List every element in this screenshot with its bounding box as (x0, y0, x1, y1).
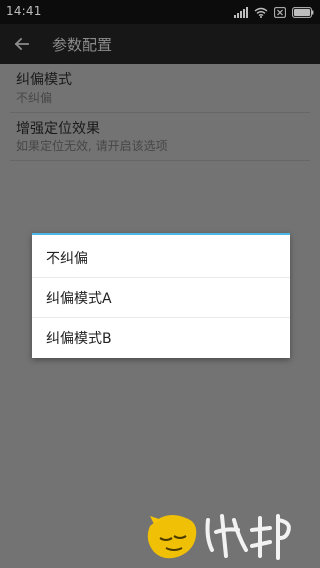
status-icons (234, 4, 314, 20)
setting-enhance-location[interactable]: 增强定位效果 如果定位无效, 请开启该选项 (0, 113, 320, 161)
setting-summary: 如果定位无效, 请开启该选项 (16, 139, 168, 153)
status-bar: 14:41 (0, 0, 320, 24)
app-bar: 参数配置 (0, 24, 320, 64)
option-no-correction[interactable]: 不纠偏 (32, 237, 290, 277)
watermark-logo (142, 506, 312, 564)
correction-mode-dialog: 不纠偏 纠偏模式A 纠偏模式B (32, 233, 290, 358)
setting-correction-mode[interactable]: 纠偏模式 不纠偏 (0, 64, 320, 112)
divider (10, 160, 310, 161)
signal-icon (234, 6, 248, 18)
back-arrow-icon[interactable] (12, 34, 32, 54)
option-label: 纠偏模式B (46, 331, 112, 347)
option-label: 纠偏模式A (46, 291, 112, 307)
battery-icon (292, 6, 314, 18)
option-label: 不纠偏 (46, 251, 88, 267)
status-time: 14:41 (6, 4, 42, 18)
page-title: 参数配置 (52, 36, 113, 54)
option-correction-mode-b[interactable]: 纠偏模式B (32, 317, 290, 357)
setting-title: 增强定位效果 (16, 121, 100, 137)
option-correction-mode-a[interactable]: 纠偏模式A (32, 277, 290, 317)
setting-title: 纠偏模式 (16, 72, 72, 88)
setting-summary: 不纠偏 (16, 91, 53, 105)
wifi-icon (254, 7, 268, 18)
sim-x-icon (274, 6, 286, 18)
